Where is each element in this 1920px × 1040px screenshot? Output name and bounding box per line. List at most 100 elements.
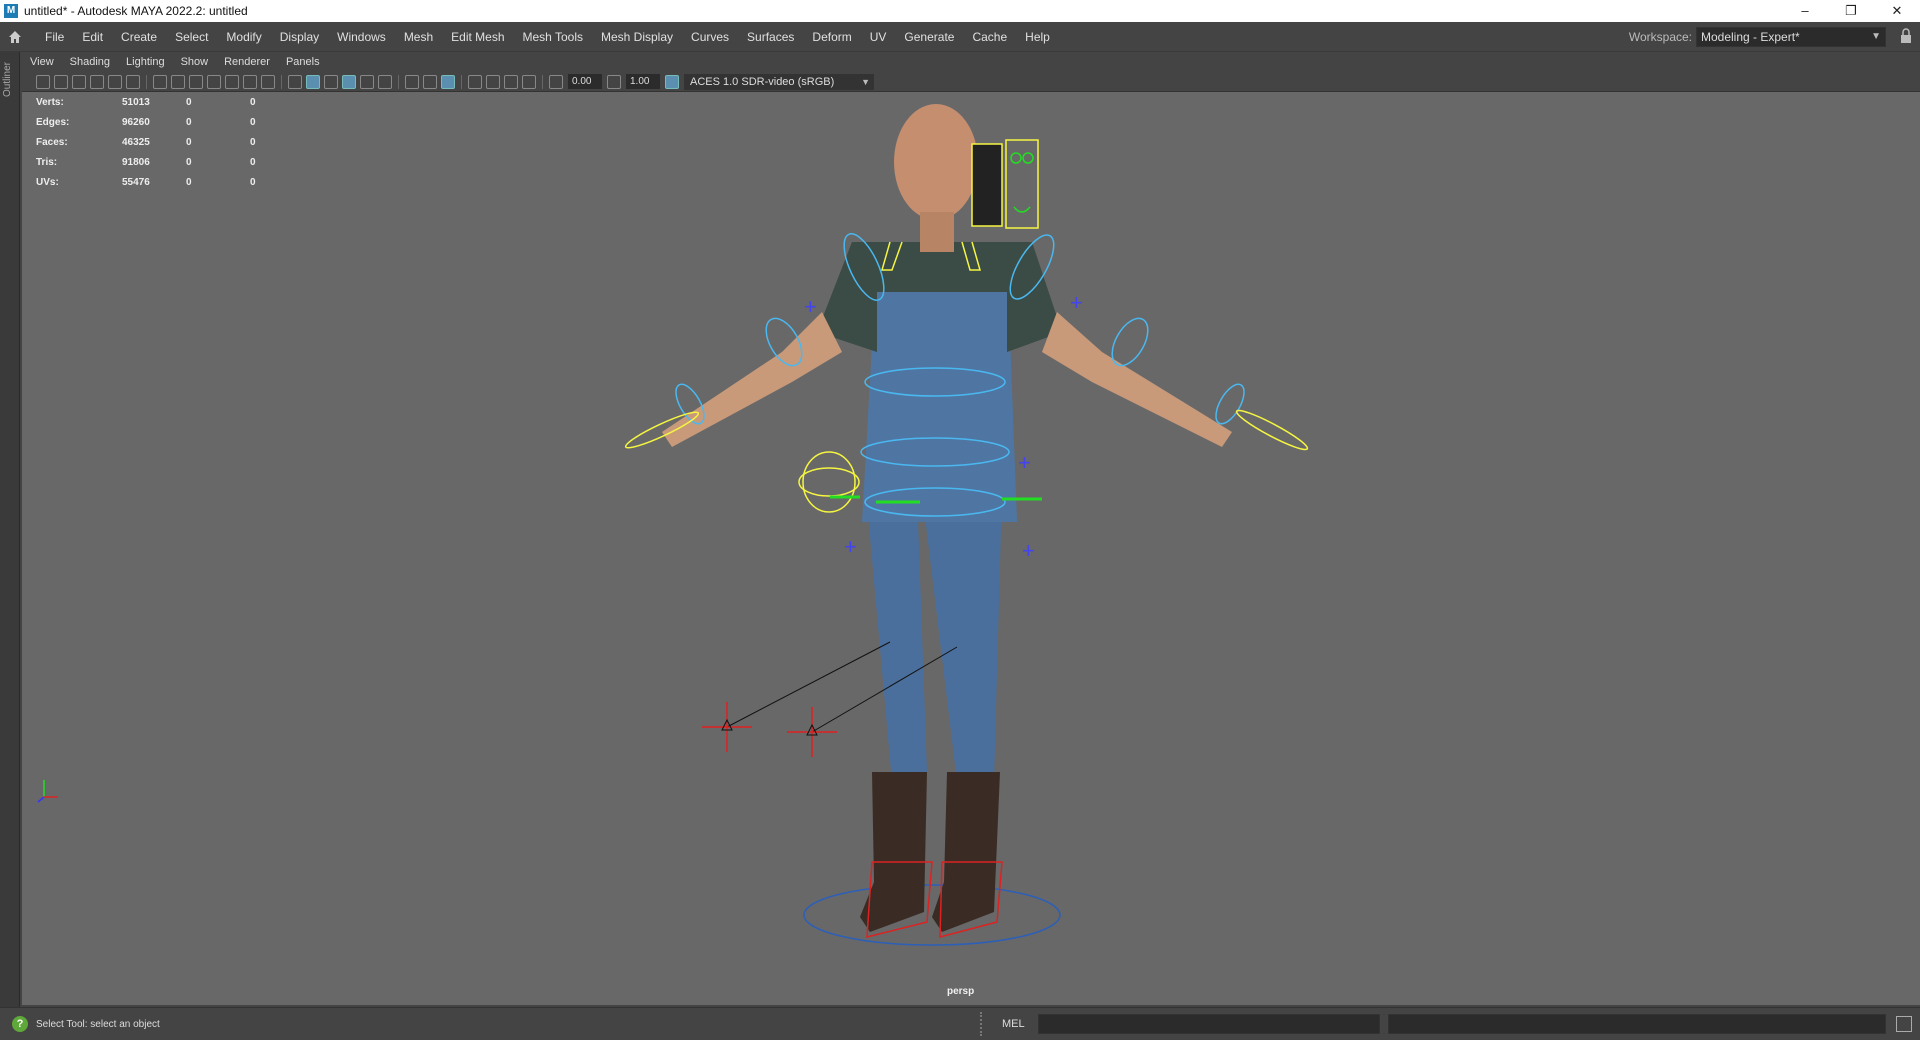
chevron-down-icon: ▼ xyxy=(861,76,870,87)
frame-selected-icon[interactable] xyxy=(522,74,536,89)
panel-menu-show[interactable]: Show xyxy=(173,56,217,68)
character-boot xyxy=(932,772,1000,932)
world-axis-gizmo xyxy=(37,780,58,803)
panel-toolbar: 0.00 1.00 ACES 1.0 SDR-video (sRGB) ▼ xyxy=(22,72,1920,92)
gamma-icon[interactable] xyxy=(607,74,621,89)
image-plane-icon[interactable] xyxy=(90,74,104,89)
script-editor-icon[interactable] xyxy=(1896,1016,1912,1032)
color-space-dropdown[interactable]: ACES 1.0 SDR-video (sRGB) ▼ xyxy=(684,73,874,90)
outliner-strip[interactable]: Outliner xyxy=(0,52,20,1007)
menu-windows[interactable]: Windows xyxy=(328,30,395,44)
xray-joints-icon[interactable] xyxy=(486,74,500,89)
isolate-select-icon[interactable] xyxy=(468,74,482,89)
bookmark-icon[interactable] xyxy=(72,74,86,89)
help-icon[interactable]: ? xyxy=(12,1016,28,1032)
toolbar-divider xyxy=(146,74,147,89)
panel-menu-renderer[interactable]: Renderer xyxy=(216,56,278,68)
knee-pole-control-right[interactable] xyxy=(787,707,837,757)
camera-attributes-icon[interactable] xyxy=(54,74,68,89)
menu-mesh-display[interactable]: Mesh Display xyxy=(592,30,682,44)
rigged-character[interactable]: + + + + + xyxy=(22,92,1920,1005)
menu-surfaces[interactable]: Surfaces xyxy=(738,30,803,44)
shadows-icon[interactable] xyxy=(405,74,419,89)
lock-icon[interactable] xyxy=(1900,28,1912,44)
toolbar-divider xyxy=(281,74,282,89)
resolution-gate-icon[interactable] xyxy=(189,74,203,89)
wireframe-on-shaded-icon[interactable] xyxy=(342,74,356,89)
panel-divider-handle[interactable] xyxy=(980,1012,982,1036)
menu-help[interactable]: Help xyxy=(1016,30,1059,44)
locator-marker[interactable]: + xyxy=(844,534,857,559)
locator-marker[interactable]: + xyxy=(1018,450,1031,475)
locator-marker[interactable]: + xyxy=(1022,538,1035,563)
menu-modify[interactable]: Modify xyxy=(217,30,270,44)
use-all-lights-icon[interactable] xyxy=(378,74,392,89)
default-lighting-icon[interactable] xyxy=(324,74,338,89)
locator-marker[interactable]: + xyxy=(804,294,817,319)
command-line-input[interactable] xyxy=(1038,1014,1380,1034)
gate-mask-icon[interactable] xyxy=(207,74,221,89)
workspace-value: Modeling - Expert* xyxy=(1701,30,1800,44)
gamma-field[interactable]: 1.00 xyxy=(626,74,660,89)
field-chart-icon[interactable] xyxy=(225,74,239,89)
face-panel-control[interactable] xyxy=(971,143,1003,227)
menu-edit[interactable]: Edit xyxy=(73,30,112,44)
safe-title-icon[interactable] xyxy=(261,74,275,89)
grid-icon[interactable] xyxy=(153,74,167,89)
color-management-icon[interactable] xyxy=(665,74,679,89)
face-eye-control[interactable] xyxy=(1022,152,1034,164)
menu-display[interactable]: Display xyxy=(271,30,328,44)
wireframe-icon[interactable] xyxy=(288,74,302,89)
film-gate-icon[interactable] xyxy=(171,74,185,89)
menu-curves[interactable]: Curves xyxy=(682,30,738,44)
menu-file[interactable]: File xyxy=(36,30,73,44)
menu-edit-mesh[interactable]: Edit Mesh xyxy=(442,30,513,44)
panel-menu-shading[interactable]: Shading xyxy=(62,56,118,68)
locator-marker[interactable]: + xyxy=(1070,290,1083,315)
exposure-field[interactable]: 0.00 xyxy=(568,74,602,89)
menu-uv[interactable]: UV xyxy=(861,30,896,44)
panel-menu-panels[interactable]: Panels xyxy=(278,56,328,68)
xray-icon[interactable] xyxy=(441,74,455,89)
textured-icon[interactable] xyxy=(360,74,374,89)
menu-deform[interactable]: Deform xyxy=(803,30,860,44)
camera-icon[interactable] xyxy=(36,74,50,89)
knee-pole-control-left[interactable] xyxy=(702,702,752,752)
pole-vector-line xyxy=(726,641,891,728)
panel-menu-view[interactable]: View xyxy=(22,56,62,68)
menu-mesh-tools[interactable]: Mesh Tools xyxy=(514,30,592,44)
menu-generate[interactable]: Generate xyxy=(895,30,963,44)
home-icon[interactable] xyxy=(6,28,24,46)
outliner-label: Outliner xyxy=(2,62,13,98)
chevron-down-icon: ▼ xyxy=(1871,31,1881,42)
safe-action-icon[interactable] xyxy=(243,74,257,89)
minimize-button[interactable]: – xyxy=(1782,0,1828,22)
screen-space-ao-icon[interactable] xyxy=(423,74,437,89)
face-panel-control[interactable] xyxy=(1005,139,1039,229)
command-language-label[interactable]: MEL xyxy=(1002,1018,1025,1030)
grease-pencil-icon[interactable] xyxy=(126,74,140,89)
pelvis-control[interactable] xyxy=(798,467,860,497)
menu-select[interactable]: Select xyxy=(166,30,217,44)
restore-button[interactable]: ❐ xyxy=(1828,0,1874,22)
workspace-label: Workspace: xyxy=(1628,30,1692,44)
main-menubar: File Edit Create Select Modify Display W… xyxy=(0,22,1920,52)
viewport-persp[interactable]: Verts: 51013 0 0 Edges: 96260 0 0 Faces:… xyxy=(22,92,1920,1005)
menu-cache[interactable]: Cache xyxy=(963,30,1016,44)
workspace-selector: Workspace: Modeling - Expert* ▼ xyxy=(1629,27,1886,47)
menu-create[interactable]: Create xyxy=(112,30,166,44)
close-button[interactable]: ✕ xyxy=(1874,0,1920,22)
workspace-dropdown[interactable]: Modeling - Expert* ▼ xyxy=(1696,27,1886,47)
exposure-icon[interactable] xyxy=(549,74,563,89)
face-eye-control[interactable] xyxy=(1010,152,1022,164)
panel-menu-lighting[interactable]: Lighting xyxy=(118,56,173,68)
face-mouth-control[interactable] xyxy=(1013,206,1031,213)
pelvis-control[interactable] xyxy=(802,451,856,513)
smooth-shade-icon[interactable] xyxy=(306,74,320,89)
wrist-control-right[interactable] xyxy=(1210,380,1249,428)
menu-mesh[interactable]: Mesh xyxy=(395,30,442,44)
main-control[interactable] xyxy=(803,884,1061,946)
xray-active-icon[interactable] xyxy=(504,74,518,89)
2d-pan-zoom-icon[interactable] xyxy=(108,74,122,89)
hand-control-right[interactable] xyxy=(1234,406,1310,454)
